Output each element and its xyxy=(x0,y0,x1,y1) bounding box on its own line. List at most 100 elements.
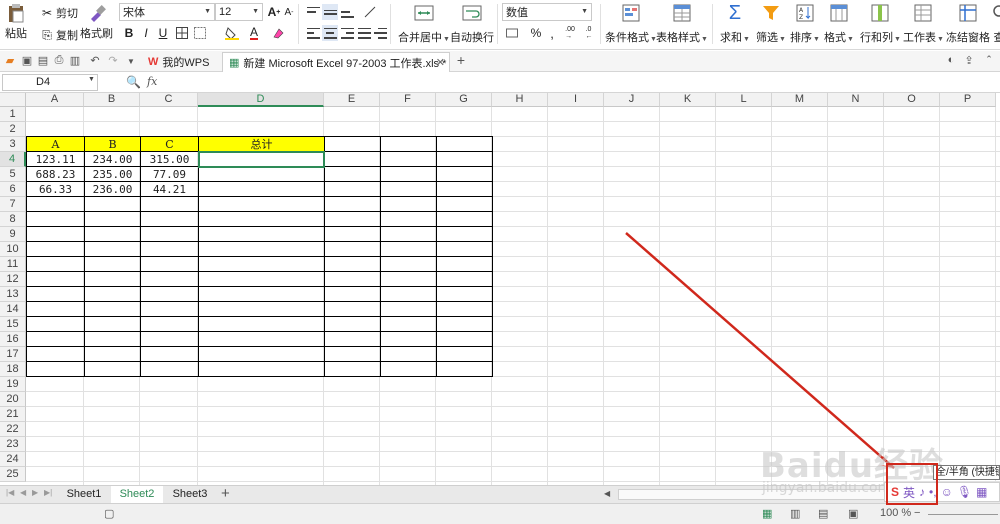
col-header-e[interactable]: E xyxy=(324,93,380,107)
copy-button[interactable]: ⎘ 复制 xyxy=(40,27,78,43)
print-preview-icon[interactable]: ▤ xyxy=(36,54,50,67)
cell-a6[interactable]: 66.33 xyxy=(27,182,84,197)
customize-qa-icon[interactable]: ▼ xyxy=(124,57,138,66)
normal-view-icon[interactable]: ▦ xyxy=(762,507,772,520)
find-button[interactable]: 查 xyxy=(988,3,1000,45)
col-header-k[interactable]: K xyxy=(660,93,716,107)
macro-record-icon[interactable]: ▢ xyxy=(104,507,114,520)
save-icon[interactable]: ▣ xyxy=(20,54,34,67)
cell-b5[interactable]: 235.00 xyxy=(85,167,140,182)
col-header-m[interactable]: M xyxy=(772,93,828,107)
align-middle-icon[interactable] xyxy=(322,4,338,20)
col-header-l[interactable]: L xyxy=(716,93,772,107)
clear-format-icon[interactable] xyxy=(270,25,286,41)
align-bottom-icon[interactable] xyxy=(339,4,355,20)
zoom-slider[interactable] xyxy=(928,514,998,515)
cell-a4[interactable]: 123.11 xyxy=(27,152,84,167)
row-header-11[interactable]: 11 xyxy=(0,257,26,272)
zoom-out-icon[interactable]: − xyxy=(914,507,920,519)
horizontal-scrollbar[interactable] xyxy=(618,489,918,500)
zoom-level[interactable]: 100 % xyxy=(880,507,911,519)
active-cell-d4[interactable] xyxy=(198,151,325,168)
col-header-n[interactable]: N xyxy=(828,93,884,107)
print-icon[interactable]: ⎙ xyxy=(52,54,66,67)
row-header-23[interactable]: 23 xyxy=(0,437,26,452)
underline-button[interactable]: U xyxy=(155,25,171,41)
worksheet-button[interactable]: 工作表▼ xyxy=(903,3,944,45)
increase-font-icon[interactable]: A + xyxy=(266,4,282,20)
cell-b3[interactable]: B xyxy=(85,137,140,152)
redo-icon[interactable]: ↷ xyxy=(106,54,120,67)
sheet-tab-3[interactable]: Sheet3 xyxy=(164,486,216,504)
merge-center-button[interactable]: 合并居中▼ xyxy=(398,3,450,45)
close-tab-icon[interactable]: ✕ xyxy=(436,56,445,69)
cell-b4[interactable]: 234.00 xyxy=(85,152,140,167)
row-header-2[interactable]: 2 xyxy=(0,122,26,137)
align-right-icon[interactable] xyxy=(339,25,355,41)
skin-icon[interactable]: ◐ xyxy=(944,54,958,66)
row-header-8[interactable]: 8 xyxy=(0,212,26,227)
row-header-1[interactable]: 1 xyxy=(0,107,26,122)
border-button[interactable] xyxy=(174,25,190,41)
row-header-9[interactable]: 9 xyxy=(0,227,26,242)
new-tab-icon[interactable]: + xyxy=(454,52,468,68)
comma-button[interactable]: , xyxy=(544,25,560,41)
formula-input[interactable] xyxy=(168,73,1000,92)
sheet-tab-2[interactable]: Sheet2 xyxy=(111,486,163,504)
align-left-icon[interactable] xyxy=(305,25,321,41)
cell-c5[interactable]: 77.09 xyxy=(141,167,198,182)
row-header-19[interactable]: 19 xyxy=(0,377,26,392)
col-header-f[interactable]: F xyxy=(380,93,436,107)
format-painter-button[interactable]: 格式刷 xyxy=(80,3,113,41)
scroll-left-icon[interactable]: ◀ xyxy=(604,489,610,498)
cell-c3[interactable]: C xyxy=(141,137,198,152)
expand-icon[interactable]: ⌃ xyxy=(982,54,996,65)
row-header-6[interactable]: 6 xyxy=(0,182,26,197)
fx-icon[interactable]: fx xyxy=(147,75,157,88)
cell-b6[interactable]: 236.00 xyxy=(85,182,140,197)
col-header-h[interactable]: H xyxy=(492,93,548,107)
format-button[interactable]: 格式▼ xyxy=(824,3,854,45)
select-all-corner[interactable] xyxy=(0,93,26,107)
row-header-5[interactable]: 5 xyxy=(0,167,26,182)
conditional-format-button[interactable]: 条件格式▼ xyxy=(605,3,657,45)
last-sheet-icon[interactable]: ▶| xyxy=(44,488,52,497)
row-header-14[interactable]: 14 xyxy=(0,302,26,317)
row-header-15[interactable]: 15 xyxy=(0,317,26,332)
wrap-text-button[interactable]: 自动换行 xyxy=(450,3,494,45)
sum-button[interactable]: Σ 求和▼ xyxy=(720,2,750,45)
cell-a3[interactable]: A xyxy=(27,137,84,152)
font-name-select[interactable]: 宋体 ▼ xyxy=(119,3,215,21)
row-header-3[interactable]: 3 xyxy=(0,137,26,152)
rows-cols-button[interactable]: 行和列▼ xyxy=(860,3,901,45)
col-header-b[interactable]: B xyxy=(84,93,140,107)
col-header-i[interactable]: I xyxy=(548,93,604,107)
cell-a5[interactable]: 688.23 xyxy=(27,167,84,182)
preview-icon[interactable]: ▥ xyxy=(68,54,82,67)
paste-button[interactable]: 粘贴 xyxy=(5,3,27,41)
name-box[interactable]: D4 xyxy=(2,74,98,91)
sort-button[interactable]: AZ 排序▼ xyxy=(790,3,820,45)
undo-icon[interactable]: ↶ xyxy=(88,54,102,67)
col-header-d[interactable]: D xyxy=(198,93,324,107)
add-sheet-icon[interactable]: + xyxy=(221,485,230,502)
fill-color-button[interactable] xyxy=(224,25,240,41)
col-header-p[interactable]: P xyxy=(940,93,996,107)
sheet-tab-1[interactable]: Sheet1 xyxy=(58,486,110,504)
number-format-select[interactable]: 数值 ▼ xyxy=(502,3,592,21)
justify-icon[interactable] xyxy=(356,25,372,41)
page-layout-icon[interactable]: ▥ xyxy=(790,507,800,520)
bold-button[interactable]: B xyxy=(121,25,137,41)
row-header-16[interactable]: 16 xyxy=(0,332,26,347)
row-header-7[interactable]: 7 xyxy=(0,197,26,212)
filter-button[interactable]: 筛选▼ xyxy=(756,3,786,45)
row-header-17[interactable]: 17 xyxy=(0,347,26,362)
row-header-20[interactable]: 20 xyxy=(0,392,26,407)
cut-button[interactable]: ✂ 剪切 xyxy=(40,5,78,21)
col-header-c[interactable]: C xyxy=(140,93,198,107)
row-header-18[interactable]: 18 xyxy=(0,362,26,377)
page-break-icon[interactable]: ▤ xyxy=(818,507,828,520)
cell-d3[interactable]: 总计 xyxy=(199,137,324,152)
next-sheet-icon[interactable]: ▶ xyxy=(32,488,38,497)
row-header-22[interactable]: 22 xyxy=(0,422,26,437)
